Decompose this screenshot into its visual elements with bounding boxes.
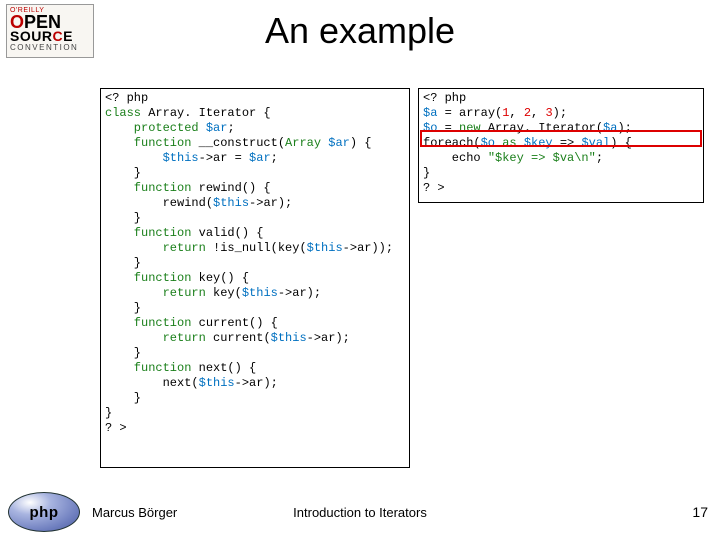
code-right: <? php $a = array(1, 2, 3); $o = new Arr…	[418, 88, 704, 203]
code-left: <? php class Array. Iterator { protected…	[100, 88, 410, 468]
footer: php Marcus Börger Introduction to Iterat…	[0, 494, 720, 534]
slide-title: An example	[0, 10, 720, 52]
subtitle: Introduction to Iterators	[0, 505, 720, 520]
page-number: 17	[692, 504, 708, 520]
slide: O'REILLY OPEN SOURCE CONVENTION An examp…	[0, 0, 720, 540]
